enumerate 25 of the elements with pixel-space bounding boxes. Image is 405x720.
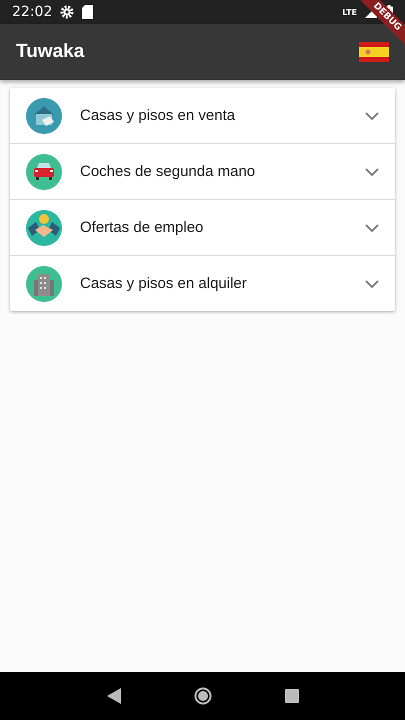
category-item[interactable]: Casas y pisos en venta — [10, 88, 395, 143]
back-icon[interactable] — [106, 688, 120, 704]
chevron-icon — [365, 168, 379, 176]
category-label: Ofertas de empleo — [80, 219, 204, 236]
house-icon — [26, 98, 62, 134]
flag-icon[interactable] — [359, 42, 389, 62]
chevron-icon — [365, 112, 379, 120]
category-item[interactable]: Casas y pisos en alquiler — [10, 255, 395, 311]
category-label: Casas y pisos en alquiler — [80, 275, 248, 292]
category-item[interactable]: Ofertas de empleo — [10, 199, 395, 255]
category-label: Casas y pisos en venta — [80, 107, 236, 124]
home-icon[interactable] — [194, 687, 212, 705]
settings-icon — [60, 5, 74, 19]
car-icon — [26, 154, 62, 190]
network-label: LTE — [342, 8, 357, 16]
chevron-icon — [365, 224, 379, 232]
category-item[interactable]: Coches de segunda mano — [10, 143, 395, 199]
sd-card-icon — [82, 5, 94, 19]
status-time: 22:02 — [12, 4, 52, 20]
category-label: Coches de segunda mano — [80, 163, 256, 180]
chevron-icon — [365, 280, 379, 288]
handshake-icon — [26, 210, 62, 246]
recents-icon[interactable] — [284, 689, 298, 703]
app-title: Tuwaka — [16, 41, 86, 63]
building-icon — [26, 266, 62, 302]
